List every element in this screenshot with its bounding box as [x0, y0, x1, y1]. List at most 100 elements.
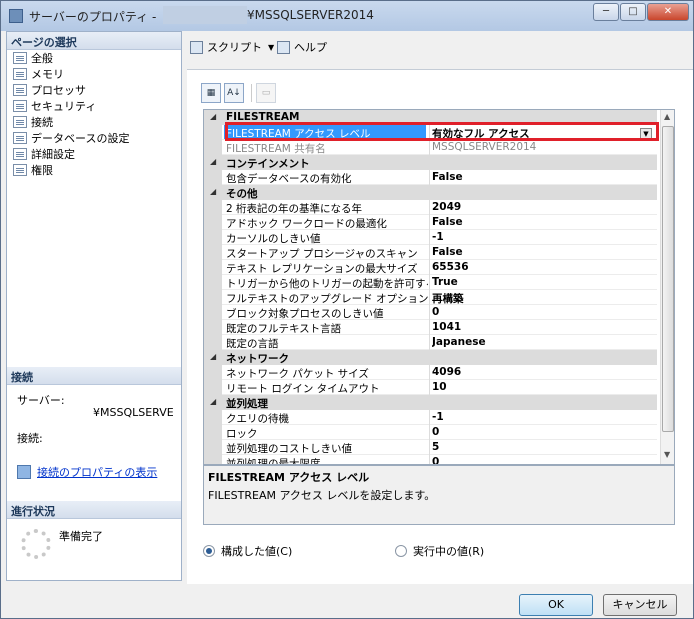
- grid-property-row[interactable]: フルテキストのアップグレード オプション 再構築: [204, 290, 657, 305]
- grid-property-row[interactable]: ネットワーク パケット サイズ 4096: [204, 365, 657, 380]
- grid-category[interactable]: ◢ ネットワーク: [204, 350, 657, 365]
- connection-label: 接続:: [17, 432, 43, 445]
- property-value[interactable]: 0: [432, 426, 656, 438]
- collapse-icon[interactable]: ◢: [210, 112, 216, 121]
- grid-category[interactable]: ◢ 並列処理: [204, 395, 657, 410]
- script-button[interactable]: スクリプト ▼: [190, 39, 274, 55]
- column-divider: [429, 170, 430, 185]
- running-value-radio[interactable]: 実行中の値(R): [395, 543, 484, 559]
- page-icon: [13, 132, 27, 144]
- connection-properties-link-text[interactable]: 接続のプロパティの表示: [37, 464, 157, 480]
- property-value[interactable]: False: [432, 246, 656, 258]
- collapse-icon[interactable]: ◢: [210, 352, 216, 361]
- property-value[interactable]: 65536: [432, 261, 656, 273]
- category-label: その他: [226, 188, 258, 200]
- column-divider: [429, 290, 430, 305]
- property-value[interactable]: 2049: [432, 201, 656, 213]
- scroll-thumb[interactable]: [662, 126, 674, 432]
- grid-property-row[interactable]: トリガーから他のトリガーの起動を許可する True: [204, 275, 657, 290]
- grid-property-row[interactable]: 既定の言語 Japanese: [204, 335, 657, 350]
- property-value[interactable]: 1041: [432, 321, 656, 333]
- row-gutter: [204, 170, 222, 185]
- property-value[interactable]: 5: [432, 441, 656, 453]
- alphabetical-sort-button[interactable]: A↓: [224, 83, 244, 103]
- grid-property-row[interactable]: スタートアップ プロシージャのスキャン False: [204, 245, 657, 260]
- grid-property-row[interactable]: カーソルのしきい値 -1: [204, 230, 657, 245]
- page-item-label: 詳細設定: [31, 148, 75, 161]
- maximize-button[interactable]: □: [620, 3, 646, 21]
- page-item[interactable]: メモリ: [13, 66, 64, 82]
- row-gutter: [204, 230, 222, 245]
- close-button[interactable]: ✕: [647, 3, 689, 21]
- grid-property-row[interactable]: テキスト レプリケーションの最大サイズ 65536: [204, 260, 657, 275]
- description-title: FILESTREAM アクセス レベル: [208, 471, 370, 484]
- property-value[interactable]: 0: [432, 306, 656, 318]
- grid-category[interactable]: ◢ コンテインメント: [204, 155, 657, 170]
- property-value[interactable]: -1: [432, 411, 656, 423]
- grid-property-row[interactable]: クエリの待機 -1: [204, 410, 657, 425]
- page-item[interactable]: 全般: [13, 50, 53, 66]
- categorized-view-button[interactable]: ▦: [201, 83, 221, 103]
- grid-property-row[interactable]: 2 桁表記の年の基準になる年 2049: [204, 200, 657, 215]
- row-gutter: [204, 140, 222, 155]
- property-value[interactable]: 0: [432, 456, 656, 464]
- grid-property-row[interactable]: FILESTREAM 共有名 MSSQLSERVER2014: [204, 140, 657, 155]
- page-item[interactable]: データベースの設定: [13, 130, 129, 146]
- running-radio-button[interactable]: [395, 545, 407, 557]
- description-text: FILESTREAM アクセス レベルを設定します。: [208, 489, 436, 502]
- column-divider: [429, 245, 430, 260]
- scroll-up-icon[interactable]: ▲: [664, 112, 670, 121]
- column-divider: [429, 425, 430, 440]
- page-item-label: プロセッサ: [31, 84, 86, 97]
- property-value[interactable]: False: [432, 171, 656, 183]
- configured-value-radio[interactable]: 構成した値(C): [203, 543, 292, 559]
- column-divider: [429, 140, 430, 155]
- page-item[interactable]: 接続: [13, 114, 53, 130]
- description-panel: FILESTREAM アクセス レベル FILESTREAM アクセス レベルを…: [203, 465, 675, 525]
- grid-property-row[interactable]: 既定のフルテキスト言語 1041: [204, 320, 657, 335]
- page-item[interactable]: プロセッサ: [13, 82, 86, 98]
- property-value[interactable]: 4096: [432, 366, 656, 378]
- grid-property-row[interactable]: ブロック対象プロセスのしきい値 0: [204, 305, 657, 320]
- page-icon: [13, 100, 27, 112]
- help-button[interactable]: ヘルプ: [277, 39, 327, 55]
- connection-properties-link[interactable]: 接続のプロパティの表示: [17, 464, 157, 480]
- property-value: MSSQLSERVER2014: [432, 141, 537, 153]
- grid-category[interactable]: ◢ その他: [204, 185, 657, 200]
- row-gutter: [204, 455, 222, 464]
- page-icon: [13, 148, 27, 160]
- configured-radio-button[interactable]: [203, 545, 215, 557]
- configured-radio-label: 構成した値(C): [221, 545, 293, 558]
- page-item-label: メモリ: [31, 68, 64, 81]
- script-dropdown-icon[interactable]: ▼: [268, 43, 274, 52]
- minimize-button[interactable]: ─: [593, 3, 619, 21]
- grid-property-row[interactable]: 並列処理の最大限度 0: [204, 455, 657, 464]
- category-label: 並列処理: [226, 398, 268, 410]
- grid-toolbar: ▦ A↓ ▭: [201, 82, 279, 104]
- cancel-button[interactable]: キャンセル: [603, 594, 677, 616]
- grid-property-row[interactable]: リモート ログイン タイムアウト 10: [204, 380, 657, 395]
- collapse-icon[interactable]: ◢: [210, 187, 216, 196]
- property-value[interactable]: True: [432, 276, 656, 288]
- property-value[interactable]: False: [432, 216, 656, 228]
- collapse-icon[interactable]: ◢: [210, 397, 216, 406]
- grid-property-row[interactable]: 包含データベースの有効化 False: [204, 170, 657, 185]
- page-icon: [13, 52, 27, 64]
- collapse-icon[interactable]: ◢: [210, 157, 216, 166]
- grid-property-row[interactable]: アドホック ワークロードの最適化 False: [204, 215, 657, 230]
- property-value[interactable]: Japanese: [432, 336, 656, 348]
- row-gutter: [204, 125, 222, 140]
- row-gutter: [204, 275, 222, 290]
- page-item[interactable]: 権限: [13, 162, 53, 178]
- property-value[interactable]: -1: [432, 231, 656, 243]
- grid-property-row[interactable]: 並列処理のコストしきい値 5: [204, 440, 657, 455]
- ok-button[interactable]: OK: [519, 594, 593, 616]
- property-value[interactable]: 10: [432, 381, 656, 393]
- page-item[interactable]: 詳細設定: [13, 146, 75, 162]
- row-gutter: [204, 215, 222, 230]
- vertical-scrollbar[interactable]: ▲ ▼: [660, 110, 674, 464]
- grid-property-row[interactable]: ロック 0: [204, 425, 657, 440]
- progress-spinner-icon: [21, 529, 51, 559]
- page-item[interactable]: セキュリティ: [13, 98, 96, 114]
- scroll-down-icon[interactable]: ▼: [664, 450, 670, 459]
